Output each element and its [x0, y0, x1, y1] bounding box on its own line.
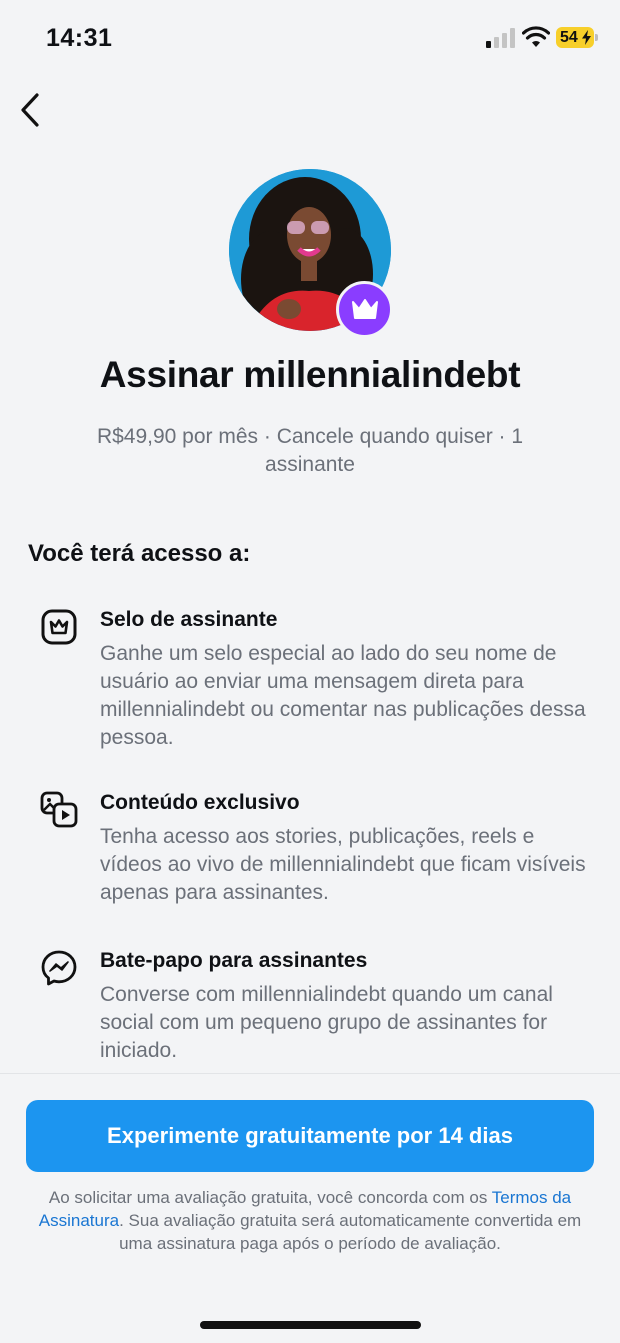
chevron-left-icon — [21, 93, 39, 127]
messenger-icon — [41, 950, 77, 986]
start-free-trial-button[interactable]: Experimente gratuitamente por 14 dias — [26, 1100, 594, 1172]
battery-icon: 54 — [556, 27, 598, 48]
legal-text: . Sua avaliação gratuita será automatica… — [119, 1211, 582, 1253]
battery-level: 54 — [560, 28, 578, 46]
benefit-title: Selo de assinante — [100, 608, 278, 631]
crown-icon — [351, 298, 378, 319]
subscriber-badge-icon — [41, 609, 77, 645]
status-time: 14:31 — [46, 24, 113, 52]
home-indicator[interactable] — [200, 1321, 421, 1329]
exclusive-content-icon — [40, 791, 78, 828]
crown-badge — [336, 281, 393, 338]
charging-bolt-icon — [582, 30, 591, 45]
benefit-description: Converse com millennialindebt quando um … — [100, 983, 553, 1062]
benefit-description: Ganhe um selo especial ao lado do seu no… — [100, 642, 586, 749]
back-button[interactable] — [10, 88, 50, 132]
subscription-summary: R$49,90 por mês · Cancele quando quiser … — [96, 425, 524, 476]
section-heading: Você terá acesso a: — [28, 540, 251, 567]
legal-disclaimer: Ao solicitar uma avaliação gratuita, voc… — [30, 1186, 590, 1255]
wifi-icon — [522, 26, 550, 47]
profile-avatar-group — [229, 169, 393, 339]
status-bar: 14:31 54 — [0, 0, 620, 76]
benefit-title: Bate-papo para assinantes — [100, 949, 368, 972]
benefit-description: Tenha acesso aos stories, publicações, r… — [100, 825, 586, 904]
signal-icon — [486, 28, 515, 48]
page-title: Assinar millennialindebt — [99, 354, 521, 395]
benefit-title: Conteúdo exclusivo — [100, 791, 300, 814]
divider — [0, 1073, 620, 1074]
legal-text: Ao solicitar uma avaliação gratuita, voc… — [48, 1188, 492, 1207]
